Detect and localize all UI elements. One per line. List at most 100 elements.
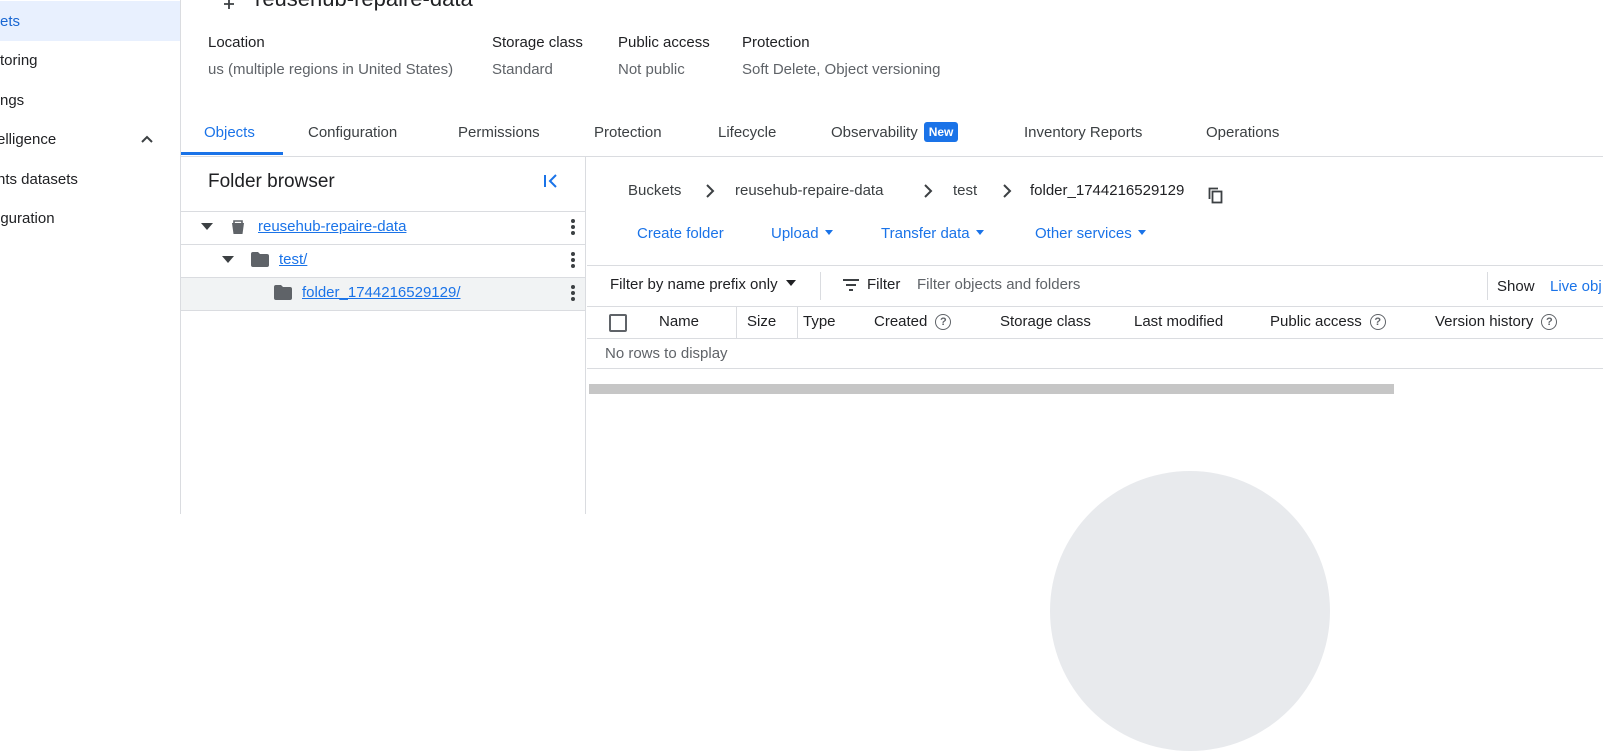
transfer-data-label: Transfer data: [881, 225, 970, 242]
column-version-history[interactable]: Version history?: [1435, 313, 1558, 330]
other-services-button[interactable]: Other services: [1035, 225, 1146, 242]
other-services-label: Other services: [1035, 225, 1132, 242]
horizontal-scrollbar[interactable]: [589, 384, 1394, 394]
filter-bar: Filter by name prefix only Filter Filter…: [587, 265, 1603, 307]
column-type[interactable]: Type: [803, 313, 836, 330]
tree-row-test[interactable]: test/: [181, 244, 585, 277]
bucket-icon: [232, 220, 244, 234]
breadcrumb-bucket[interactable]: reusehub-repaire-data: [735, 182, 883, 199]
meta-public-access: Public access Not public: [618, 34, 710, 78]
tab-lifecycle[interactable]: Lifecycle: [718, 124, 776, 141]
column-size[interactable]: Size: [747, 313, 776, 330]
meta-value: Not public: [618, 61, 685, 78]
tab-inventory-reports[interactable]: Inventory Reports: [1024, 124, 1142, 141]
meta-label: Public access: [618, 34, 710, 51]
dropdown-arrow-icon: [1137, 230, 1146, 235]
nav-item-label: ets: [0, 12, 21, 30]
meta-value: Soft Delete, Object versioning: [742, 61, 941, 78]
tree-row-bucket[interactable]: reusehub-repaire-data: [181, 211, 585, 244]
tab-observability[interactable]: Observability New: [831, 122, 959, 142]
meta-value: us (multiple regions in United States): [208, 61, 454, 78]
upload-button[interactable]: Upload: [771, 225, 833, 242]
caret-down-icon[interactable]: [222, 256, 234, 264]
filter-mode-select[interactable]: Filter by name prefix only: [610, 276, 796, 293]
column-label: Created: [874, 313, 928, 330]
meta-storage-class: Storage class Standard: [492, 34, 583, 78]
divider: [1487, 272, 1488, 300]
folder-browser: Folder browser reusehub-repaire-data tes…: [181, 157, 586, 514]
meta-label: Location: [208, 34, 265, 51]
nav-item-label: ngs: [0, 91, 25, 109]
column-name[interactable]: Name: [659, 313, 699, 330]
folder-icon: [251, 252, 269, 267]
tab-configuration[interactable]: Configuration: [308, 124, 397, 141]
meta-label: Storage class: [492, 34, 583, 51]
new-badge: New: [923, 122, 959, 142]
chevron-up-icon: [141, 135, 153, 143]
help-icon[interactable]: ?: [935, 314, 952, 330]
bucket-title: reusehub-repaire-data: [255, 0, 473, 12]
tab-label: Observability: [831, 124, 918, 141]
filter-input[interactable]: Filter objects and folders: [917, 276, 1080, 293]
help-icon[interactable]: ?: [1369, 314, 1386, 330]
more-vert-icon[interactable]: [571, 252, 575, 268]
tab-permissions[interactable]: Permissions: [458, 124, 540, 141]
copy-icon[interactable]: [1208, 187, 1223, 204]
nav-item-configuration[interactable]: iguration: [0, 198, 180, 238]
meta-protection: Protection Soft Delete, Object versionin…: [742, 34, 940, 78]
chevron-right-icon: [706, 184, 715, 198]
pin-icon[interactable]: [220, 0, 238, 10]
active-tab-indicator: [181, 152, 283, 155]
show-select[interactable]: Live obj: [1550, 278, 1602, 295]
upload-label: Upload: [771, 225, 819, 242]
filter-label: Filter: [867, 276, 901, 293]
select-all-checkbox[interactable]: [609, 314, 627, 332]
column-public-access[interactable]: Public access?: [1270, 313, 1386, 330]
nav-item-label: toring: [0, 51, 38, 69]
collapse-panel-icon[interactable]: [542, 172, 560, 190]
tab-bar: Objects Configuration Permissions Protec…: [181, 112, 1603, 157]
nav-item-buckets[interactable]: ets: [0, 1, 180, 41]
tab-protection[interactable]: Protection: [594, 124, 662, 141]
more-vert-icon[interactable]: [571, 285, 575, 301]
filter-icon: [843, 279, 859, 291]
nav-item-monitoring[interactable]: toring: [0, 40, 180, 80]
row-divider: [587, 368, 1603, 369]
show-label: Show: [1497, 278, 1535, 295]
tree-link-folder[interactable]: test/: [279, 251, 307, 268]
tree-row-subfolder[interactable]: folder_1744216529129/: [181, 277, 585, 311]
dropdown-arrow-icon: [975, 230, 984, 235]
caret-down-icon[interactable]: [201, 223, 213, 231]
chevron-right-icon: [924, 184, 933, 198]
nav-item-label: iguration: [0, 209, 55, 227]
tab-objects[interactable]: Objects: [204, 124, 255, 141]
folder-icon: [274, 285, 292, 300]
breadcrumb-folder[interactable]: test: [953, 182, 977, 199]
nav-item-settings[interactable]: ngs: [0, 80, 180, 120]
meta-value: Standard: [492, 61, 553, 78]
nav-item-label: hts datasets: [0, 170, 78, 188]
empty-table-message: No rows to display: [605, 345, 728, 362]
filter-mode-label: Filter by name prefix only: [610, 276, 778, 293]
nav-item-insights-datasets[interactable]: hts datasets: [0, 159, 180, 199]
breadcrumb-buckets[interactable]: Buckets: [628, 182, 681, 199]
column-divider: [797, 306, 798, 338]
column-storage-class[interactable]: Storage class: [1000, 313, 1091, 330]
tree-link-folder[interactable]: folder_1744216529129/: [302, 284, 460, 301]
meta-location: Location us (multiple regions in United …: [208, 34, 453, 78]
column-created[interactable]: Created?: [874, 313, 952, 330]
column-last-modified[interactable]: Last modified: [1134, 313, 1223, 330]
table-header: Name Size Type Created? Storage class La…: [587, 306, 1603, 339]
nav-item-label: elligence: [0, 130, 57, 148]
nav-item-intelligence[interactable]: elligence: [0, 119, 180, 159]
create-folder-button[interactable]: Create folder: [637, 225, 724, 242]
help-icon[interactable]: ?: [1541, 314, 1558, 330]
tab-operations[interactable]: Operations: [1206, 124, 1279, 141]
chevron-right-icon: [1003, 184, 1012, 198]
breadcrumb-current: folder_1744216529129: [1030, 182, 1185, 199]
tree-link-bucket[interactable]: reusehub-repaire-data: [258, 218, 406, 235]
dropdown-arrow-icon: [824, 230, 833, 235]
divider: [820, 272, 821, 300]
more-vert-icon[interactable]: [571, 219, 575, 235]
transfer-data-button[interactable]: Transfer data: [881, 225, 984, 242]
